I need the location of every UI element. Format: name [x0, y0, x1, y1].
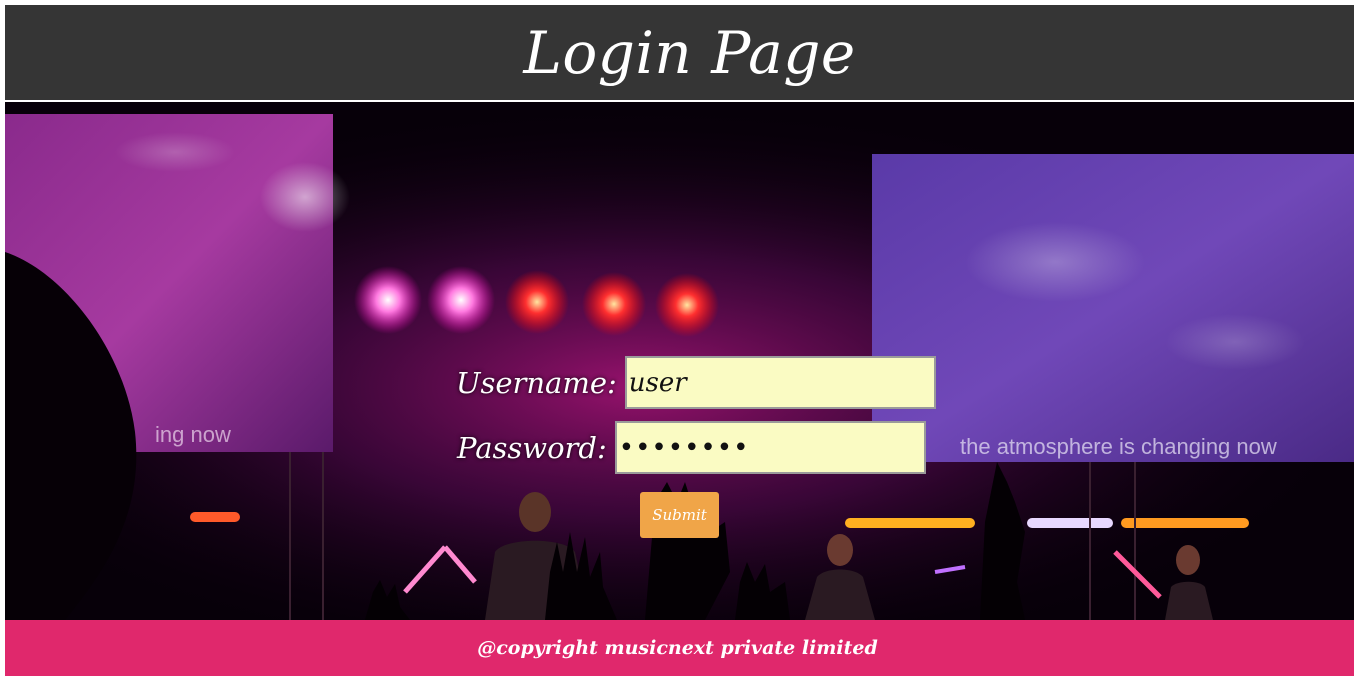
page-title: Login Page [523, 18, 856, 87]
page-header: Login Page [5, 5, 1354, 100]
right-screen-caption: the atmosphere is changing now [960, 434, 1277, 459]
right-video-screen [872, 154, 1354, 462]
page-frame: Login Page ing now the atmosphere is cha… [0, 0, 1367, 685]
password-input[interactable] [614, 421, 926, 474]
copyright-text: @copyright musicnext private limited [477, 637, 878, 659]
page-footer: @copyright musicnext private limited [5, 620, 1354, 676]
left-screen-caption: ing now [155, 422, 231, 447]
username-input[interactable] [624, 356, 936, 409]
password-label: Password: [457, 430, 607, 465]
submit-button[interactable]: Submit [640, 492, 719, 538]
username-label: Username: [456, 365, 617, 400]
password-row: Password: [457, 421, 926, 474]
username-row: Username: [456, 356, 936, 409]
